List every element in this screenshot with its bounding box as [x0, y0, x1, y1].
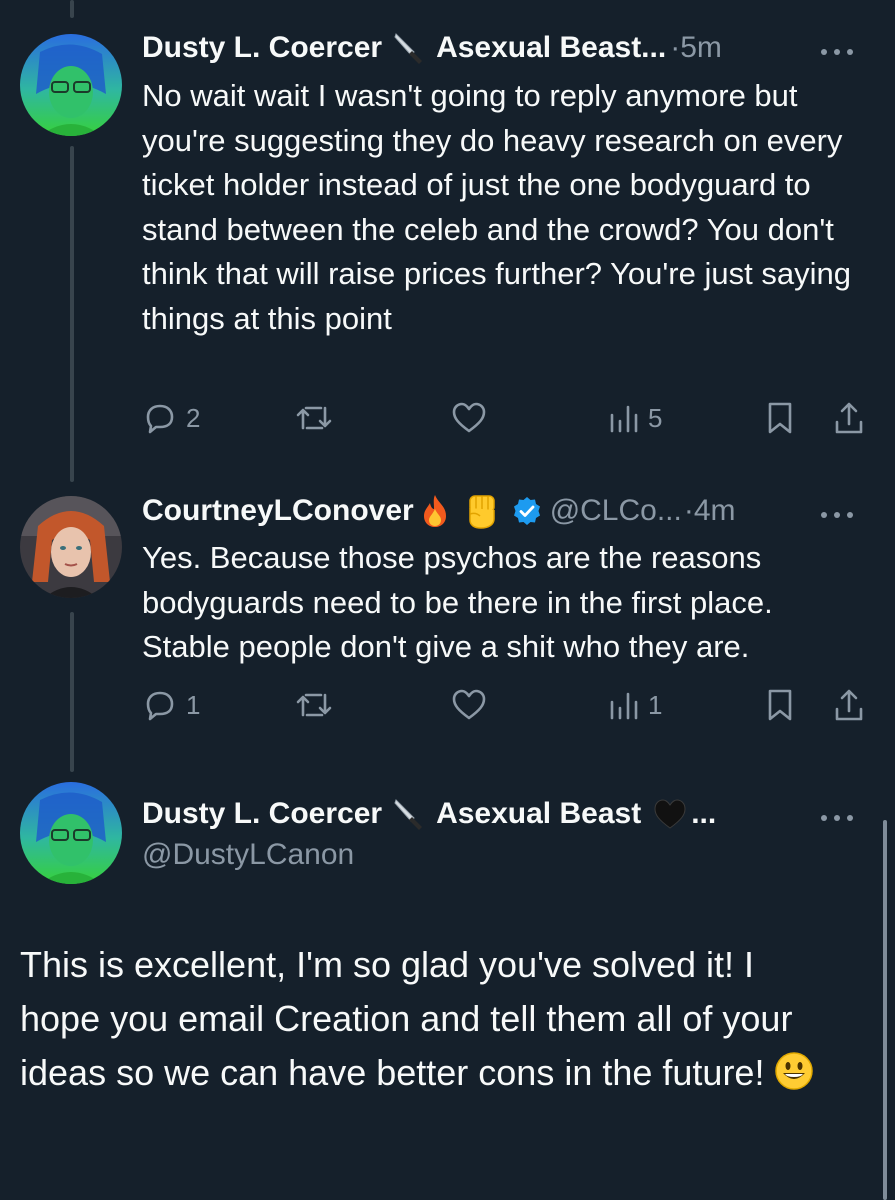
reply-icon	[142, 687, 178, 723]
bookmark-button[interactable]	[764, 685, 796, 725]
views-icon	[608, 401, 640, 435]
avatar-courtney[interactable]	[20, 496, 122, 598]
reply-count: 1	[186, 689, 201, 720]
main-tweet-header: Dusty L. Coercer Asexual Beast ...	[142, 793, 875, 835]
display-name[interactable]: Dusty L. Coercer	[142, 797, 382, 831]
more-icon[interactable]	[819, 31, 855, 65]
timestamp[interactable]: 4m	[694, 494, 736, 528]
share-icon	[832, 400, 866, 436]
tweet-header: CourtneyLConover @CLCo... · 4m	[142, 490, 875, 532]
bookmark-button[interactable]	[764, 398, 796, 438]
views-button[interactable]: 5	[608, 398, 662, 438]
views-icon	[608, 688, 640, 722]
retweet-icon	[294, 687, 334, 723]
display-name[interactable]: Dusty L. Coercer	[142, 31, 382, 65]
retweet-button[interactable]	[294, 685, 334, 725]
thread-line-2	[70, 612, 74, 772]
thread-line-top	[70, 0, 74, 18]
fire-emoji-icon	[418, 493, 452, 529]
retweet-button[interactable]	[294, 398, 334, 438]
main-tweet-text: This is excellent, I'm so glad you've so…	[20, 938, 835, 1106]
like-button[interactable]	[450, 685, 488, 725]
timestamp[interactable]: 5m	[680, 31, 722, 65]
main-tweet-body: This is excellent, I'm so glad you've so…	[20, 944, 793, 1093]
views-button[interactable]: 1	[608, 685, 662, 725]
share-button[interactable]	[832, 685, 866, 725]
reply-count: 2	[186, 402, 201, 433]
reply-button[interactable]: 1	[142, 685, 200, 725]
retweet-icon	[294, 400, 334, 436]
display-name-suffix: Asexual Beast	[436, 797, 642, 830]
tweet-actions: 1 1	[142, 685, 875, 725]
heart-icon	[450, 400, 488, 436]
avatar-dusty[interactable]	[20, 782, 122, 884]
avatar-dusty[interactable]	[20, 34, 122, 136]
knife-emoji-icon	[392, 797, 426, 831]
handle[interactable]: @CLCo...	[550, 494, 682, 528]
bookmark-icon	[764, 400, 796, 436]
fist-emoji-icon	[462, 492, 500, 530]
like-button[interactable]	[450, 398, 488, 438]
grinning-face-emoji-icon	[774, 1051, 814, 1106]
time-separator: ·	[670, 31, 681, 64]
tweet-header: Dusty L. Coercer Asexual Beast... · 5m	[142, 27, 875, 69]
display-name-suffix: Asexual Beast...	[436, 31, 667, 64]
bookmark-icon	[764, 687, 796, 723]
views-count: 5	[648, 402, 663, 433]
verified-badge-icon[interactable]	[512, 496, 542, 526]
more-icon[interactable]	[819, 494, 855, 528]
display-name[interactable]: CourtneyLConover	[142, 494, 414, 528]
scrollbar[interactable]	[883, 820, 887, 1200]
handle[interactable]: @DustyLCanon	[142, 838, 354, 872]
share-icon	[832, 687, 866, 723]
tweet-actions: 2 5	[142, 398, 875, 438]
name-ellipsis: ...	[691, 797, 717, 830]
tweet-text: Yes. Because those psychos are the reaso…	[142, 540, 773, 665]
reply-button[interactable]: 2	[142, 398, 200, 438]
reply-icon	[142, 400, 178, 436]
thread-line-1	[70, 146, 74, 482]
heart-icon	[450, 687, 488, 723]
views-count: 1	[648, 689, 663, 720]
knife-emoji-icon	[392, 31, 426, 65]
black-heart-icon	[653, 798, 687, 830]
tweet-text: No wait wait I wasn't going to reply any…	[142, 78, 851, 336]
more-icon[interactable]	[819, 797, 855, 831]
time-separator: ·	[683, 494, 694, 527]
share-button[interactable]	[832, 398, 866, 438]
